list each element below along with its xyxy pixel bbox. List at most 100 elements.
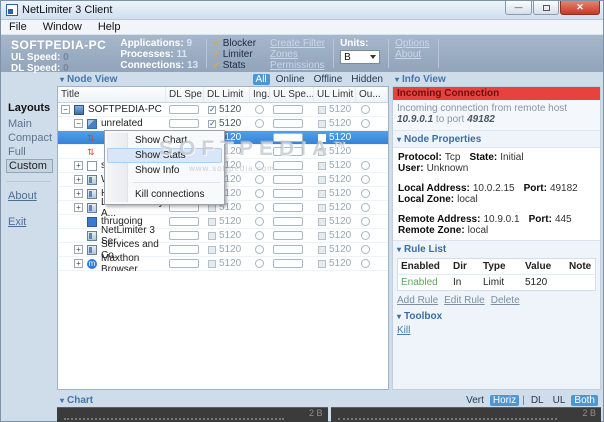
title-bar[interactable]: NetLimiter 3 Client — ✕ <box>1 1 603 20</box>
dl-speed-input[interactable] <box>169 231 199 240</box>
ul-limit-checkbox[interactable] <box>318 176 326 184</box>
chart-ul-toggle[interactable]: UL <box>550 395 569 406</box>
ul-limit-checkbox[interactable] <box>318 232 326 240</box>
rule-list-header[interactable]: ▾Rule List <box>393 241 600 257</box>
collapse-triangle-icon[interactable]: ▾ <box>60 396 64 405</box>
ingress-radio[interactable] <box>255 105 264 114</box>
chart-dl-toggle[interactable]: DL <box>528 395 547 406</box>
ul-speed-input[interactable] <box>273 245 303 254</box>
egress-radio[interactable] <box>361 245 370 254</box>
ul-speed-input[interactable] <box>273 259 303 268</box>
stats-toggle[interactable]: ✔Stats <box>213 60 256 71</box>
filter-all[interactable]: All <box>253 74 270 85</box>
ingress-radio[interactable] <box>255 217 264 226</box>
dl-limit-checkbox[interactable] <box>208 260 216 268</box>
permissions-link[interactable]: Permissions <box>270 60 325 71</box>
egress-radio[interactable] <box>361 203 370 212</box>
ul-speed-input[interactable] <box>273 119 303 128</box>
menu-item-show-stats[interactable]: Show Stats <box>107 148 222 163</box>
maximize-button[interactable] <box>533 1 559 15</box>
dl-speed-input[interactable] <box>169 217 199 226</box>
filter-online[interactable]: Online <box>273 74 308 85</box>
expander-icon[interactable]: + <box>74 189 83 198</box>
ul-limit-checkbox[interactable] <box>318 134 326 142</box>
close-button[interactable]: ✕ <box>560 1 600 15</box>
ul-speed-input[interactable] <box>273 189 303 198</box>
ul-limit-checkbox[interactable] <box>318 190 326 198</box>
expander-icon[interactable]: + <box>74 175 83 184</box>
dl-speed-input[interactable] <box>169 259 199 268</box>
edit-rule-link[interactable]: Edit Rule <box>444 295 485 306</box>
dl-limit-checkbox[interactable] <box>208 106 216 114</box>
ul-speed-input[interactable] <box>273 147 303 156</box>
col-ul-speed[interactable]: UL Spe... <box>270 87 314 102</box>
chart-vert-toggle[interactable]: Vert <box>463 395 487 406</box>
dl-speed-input[interactable] <box>169 245 199 254</box>
ingress-radio[interactable] <box>255 161 264 170</box>
expander-icon[interactable]: − <box>61 105 70 114</box>
ingress-radio[interactable] <box>255 231 264 240</box>
about-link-header[interactable]: About <box>395 49 429 60</box>
egress-radio[interactable] <box>361 119 370 128</box>
ingress-radio[interactable] <box>255 175 264 184</box>
expander-icon[interactable]: − <box>74 119 83 128</box>
ul-limit-checkbox[interactable] <box>318 106 326 114</box>
col-ingress[interactable]: Ing... <box>250 87 270 102</box>
sidebar-item-full[interactable]: Full <box>1 145 57 159</box>
ingress-radio[interactable] <box>255 203 264 212</box>
table-row[interactable]: +mMaxthon Browser51205120 <box>58 257 388 271</box>
dl-limit-checkbox[interactable] <box>208 232 216 240</box>
menu-window[interactable]: Window <box>35 21 90 33</box>
table-row[interactable]: −SOFTPEDIA-PC51205120 <box>58 103 388 117</box>
sidebar-item-custom[interactable]: Custom <box>6 159 53 173</box>
egress-radio[interactable] <box>361 259 370 268</box>
filter-hidden[interactable]: Hidden <box>348 74 386 85</box>
expander-icon[interactable]: + <box>74 203 83 212</box>
kill-link[interactable]: Kill <box>397 325 410 336</box>
ingress-radio[interactable] <box>255 245 264 254</box>
egress-radio[interactable] <box>361 105 370 114</box>
dl-speed-input[interactable] <box>169 119 199 128</box>
zones-link[interactable]: Zones <box>270 49 325 60</box>
expander-icon[interactable]: + <box>74 259 83 268</box>
egress-radio[interactable] <box>361 189 370 198</box>
sidebar-about-link[interactable]: About <box>8 190 57 202</box>
limiter-toggle[interactable]: ✔Limiter <box>213 49 256 60</box>
units-select[interactable]: B <box>340 50 380 64</box>
collapse-triangle-icon[interactable]: ▾ <box>395 75 399 84</box>
ingress-radio[interactable] <box>255 259 264 268</box>
ul-limit-checkbox[interactable] <box>318 218 326 226</box>
menu-item-show-chart[interactable]: Show Chart <box>107 133 222 148</box>
create-filter-link[interactable]: Create Filter <box>270 38 325 49</box>
collapse-triangle-icon[interactable]: ▾ <box>60 75 64 84</box>
dl-limit-checkbox[interactable] <box>208 246 216 254</box>
ul-limit-checkbox[interactable] <box>318 204 326 212</box>
col-ul-limit[interactable]: UL Limit <box>314 87 356 102</box>
egress-radio[interactable] <box>361 231 370 240</box>
dl-limit-checkbox[interactable] <box>208 120 216 128</box>
col-dl-speed[interactable]: DL Spe... <box>166 87 204 102</box>
add-rule-link[interactable]: Add Rule <box>397 295 438 306</box>
ul-limit-checkbox[interactable] <box>318 120 326 128</box>
delete-rule-link[interactable]: Delete <box>491 295 520 306</box>
expander-icon[interactable]: + <box>74 245 83 254</box>
table-row[interactable]: −unrelated51205120 <box>58 117 388 131</box>
ul-limit-checkbox[interactable] <box>318 260 326 268</box>
egress-radio[interactable] <box>361 217 370 226</box>
chart-horiz-toggle[interactable]: Horiz <box>490 395 519 406</box>
minimize-button[interactable]: — <box>505 1 532 15</box>
rule-row[interactable]: EnabledInLimit5120 <box>398 275 595 290</box>
ul-speed-input[interactable] <box>273 203 303 212</box>
ul-speed-input[interactable] <box>273 175 303 184</box>
egress-radio[interactable] <box>361 161 370 170</box>
ul-speed-input[interactable] <box>273 217 303 226</box>
toolbox-header[interactable]: ▾Toolbox <box>393 308 600 324</box>
menu-item-kill-connections[interactable]: Kill connections <box>107 187 222 202</box>
menu-item-show-info[interactable]: Show Info <box>107 163 222 178</box>
ingress-radio[interactable] <box>255 189 264 198</box>
node-properties-header[interactable]: ▾Node Properties <box>393 131 600 147</box>
blocker-toggle[interactable]: ✔Blocker <box>213 38 256 49</box>
options-link[interactable]: Options <box>395 38 429 49</box>
col-dl-limit[interactable]: DL Limit <box>204 87 250 102</box>
chart-both-toggle[interactable]: Both <box>571 395 598 406</box>
